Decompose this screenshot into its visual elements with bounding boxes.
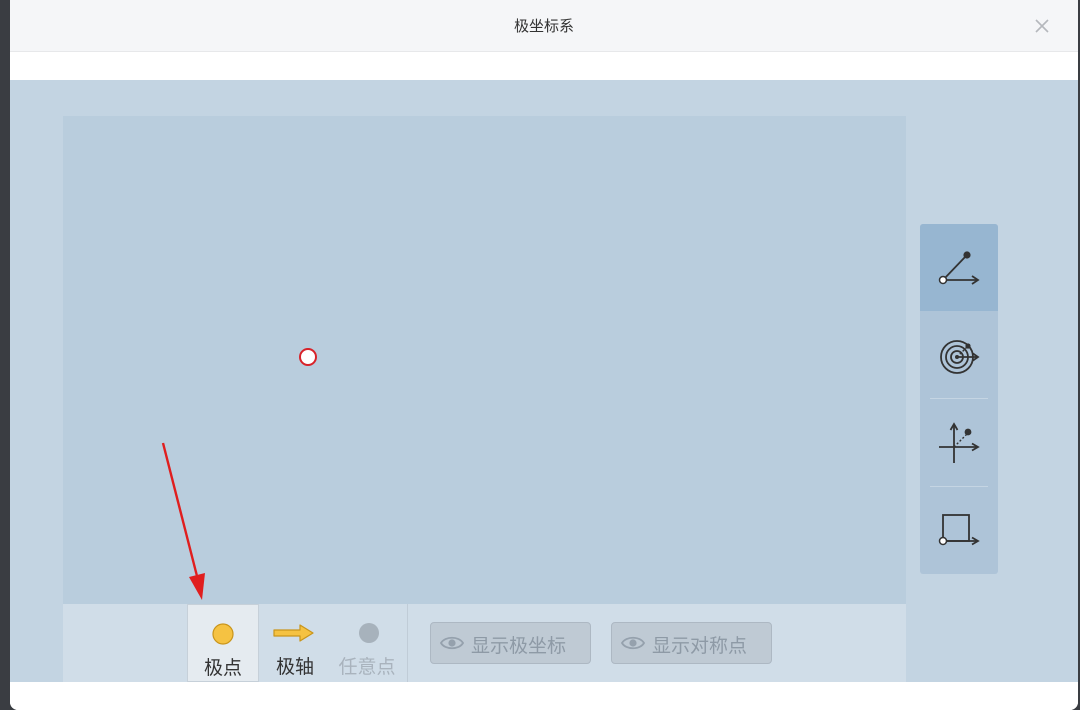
eye-icon	[439, 634, 465, 657]
cartesian-axes-icon	[939, 422, 980, 463]
show-symmetric-point-label: 显示对称点	[652, 635, 748, 657]
rectangle-axis-icon	[938, 514, 980, 546]
toolbar-divider	[407, 604, 408, 682]
tool-any-point[interactable]: 任意点	[331, 604, 403, 682]
drawing-canvas[interactable]	[63, 116, 906, 604]
close-icon[interactable]	[1032, 16, 1052, 36]
dialog-title: 极坐标系	[513, 17, 574, 35]
tool-polar-axis[interactable]: 极轴	[259, 604, 331, 682]
polar-coordinates-dialog: 极坐标系 极点 极轴 任意点 显示极坐标 显示对称点	[10, 0, 1078, 710]
workspace: 极点 极轴 任意点 显示极坐标 显示对称点	[10, 80, 1078, 682]
eye-icon	[620, 634, 646, 657]
circle-gray-icon	[331, 622, 403, 644]
side-button-angle[interactable]	[920, 224, 998, 311]
dialog-footer	[10, 682, 1078, 710]
angle-ray-icon	[938, 251, 980, 285]
side-button-cartesian[interactable]	[920, 399, 998, 486]
tool-any-point-label: 任意点	[338, 656, 396, 678]
title-bar: 极坐标系	[10, 0, 1078, 52]
bottom-toolbar: 极点 极轴 任意点 显示极坐标 显示对称点	[63, 604, 906, 682]
side-button-polar-grid[interactable]	[920, 311, 998, 398]
tool-pole-label: 极点	[203, 657, 242, 679]
circle-yellow-icon	[188, 623, 258, 645]
show-polar-coordinates-label: 显示极坐标	[471, 635, 567, 657]
side-button-rectangle[interactable]	[920, 487, 998, 574]
arrow-right-yellow-icon	[259, 622, 331, 644]
show-polar-coordinates-button[interactable]: 显示极坐标	[430, 622, 591, 664]
tool-pole[interactable]: 极点	[187, 604, 259, 682]
pole-point[interactable]	[299, 348, 317, 366]
tool-polar-axis-label: 极轴	[275, 656, 314, 678]
polar-grid-icon	[940, 340, 980, 374]
side-panel	[920, 224, 998, 574]
show-symmetric-point-button[interactable]: 显示对称点	[611, 622, 772, 664]
